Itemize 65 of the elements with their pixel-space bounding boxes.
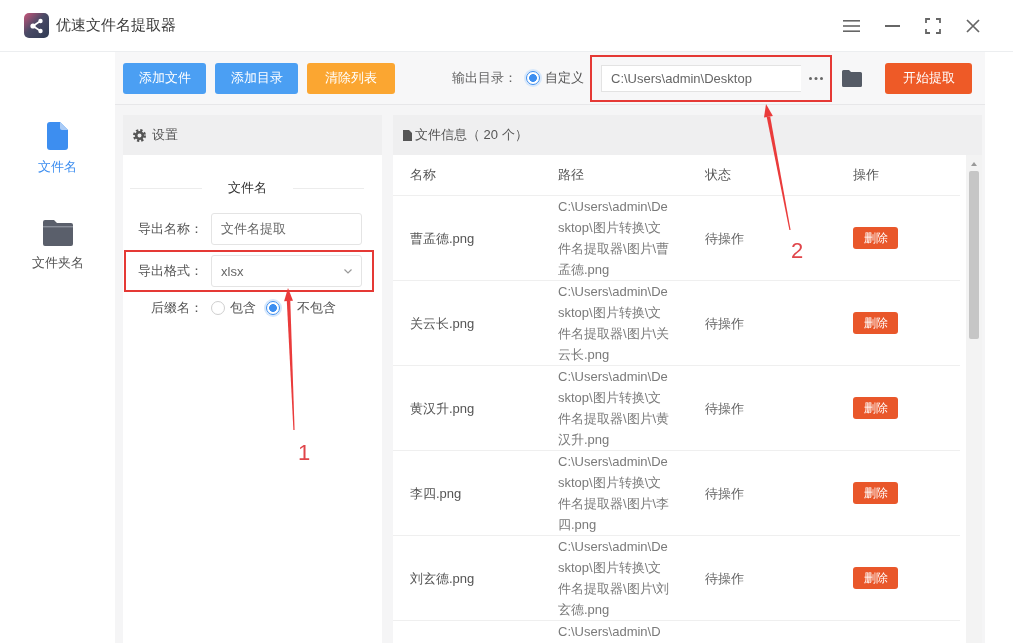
app-logo-icon xyxy=(24,13,49,38)
table-cell: 待操作 xyxy=(705,315,744,331)
path-field[interactable]: C:\Users\admin\Desktop xyxy=(601,64,801,92)
scrollbar[interactable] xyxy=(966,155,982,643)
field-label: 后缀名： xyxy=(150,299,203,317)
delete-button[interactable]: 删除 xyxy=(853,227,898,250)
toolbar-button[interactable]: 添加文件 xyxy=(123,62,206,94)
table-cell: 刘玄德.png xyxy=(410,570,475,586)
table-cell: 关云长.png xyxy=(410,315,475,331)
file-icon xyxy=(47,122,68,150)
field-label: 导出名称： xyxy=(137,220,203,238)
folder-icon[interactable] xyxy=(842,69,862,87)
panel-title: 设置 xyxy=(152,126,178,144)
table-cell: 曹孟德.png xyxy=(410,230,475,246)
sidebar-item[interactable]: 文件夹名 xyxy=(31,220,84,272)
delete-button[interactable]: 删除 xyxy=(853,312,898,335)
scroll-up-icon[interactable] xyxy=(971,162,977,166)
more-icon xyxy=(808,76,823,80)
radio-option[interactable]: 自定义 xyxy=(526,69,584,87)
close-icon[interactable] xyxy=(966,18,980,33)
field-label: 导出格式： xyxy=(137,262,203,280)
delete-button[interactable]: 删除 xyxy=(853,482,898,505)
table-cell: 黄汉升.png xyxy=(410,400,475,416)
maximize-icon[interactable] xyxy=(925,17,941,34)
annotation-number: 1 xyxy=(298,440,311,466)
table-cell-text: C:\Users\admin\Desktop\图片转换\文件名提取器\图片\关云长.png xyxy=(558,283,671,364)
menu-icon[interactable] xyxy=(843,19,860,32)
delete-button[interactable]: 删除 xyxy=(853,567,898,590)
document-icon xyxy=(403,129,412,141)
gear-icon xyxy=(133,128,146,142)
table-cell: 待操作 xyxy=(705,400,744,416)
panel-title: 文件信息（ 20 个） xyxy=(415,126,528,144)
table-cell: 待操作 xyxy=(705,570,744,586)
table-cell-text: C:\Users\admin\Desktop\图片转换\文件名提取器\图片\李四.png xyxy=(558,453,671,534)
annotation-number: 2 xyxy=(791,238,804,264)
table-cell-text: C:\Users\admin\Desktop\图片转换\文件名提取器\图片\刘玄德.png xyxy=(558,538,671,619)
table-cell: 李四.png xyxy=(410,485,462,501)
column-header: 路径 xyxy=(558,167,584,182)
dropdown[interactable]: xlsx xyxy=(211,255,362,287)
column-header: 操作 xyxy=(853,167,879,182)
window-title: 优速文件名提取器 xyxy=(56,16,176,35)
minimize-icon[interactable] xyxy=(885,24,900,27)
radio-option[interactable]: 不包含 xyxy=(266,299,336,317)
scrollbar-thumb[interactable] xyxy=(969,171,979,339)
table-cell: 待操作 xyxy=(705,485,744,501)
sidebar-item[interactable]: 文件名 xyxy=(38,122,77,176)
toolbar-button[interactable]: 清除列表 xyxy=(307,62,395,94)
radio-option[interactable]: 包含 xyxy=(211,299,256,317)
toolbar-button[interactable]: 添加目录 xyxy=(215,62,298,94)
folder-icon xyxy=(42,220,73,246)
section-title: 文件名 xyxy=(227,179,267,197)
delete-button[interactable]: 删除 xyxy=(853,397,898,420)
column-header: 状态 xyxy=(705,167,731,182)
table-cell-text: C:\Users\admin\Desktop\图片转换\文件名提取器\图片\黄汉升.png xyxy=(558,368,671,449)
column-header: 名称 xyxy=(410,167,436,182)
output-dir-label: 输出目录： xyxy=(452,69,517,87)
start-button[interactable]: 开始提取 xyxy=(885,62,972,94)
radio-button[interactable] xyxy=(526,71,540,85)
table-cell-text: C:\Users\admin\Desktop\图片转换\文件名提取器\图片\曹孟德.png xyxy=(558,198,671,279)
text-input[interactable]: 文件名提取 xyxy=(211,213,362,245)
radio-button[interactable] xyxy=(211,301,225,315)
radio-button[interactable] xyxy=(266,301,280,315)
table-cell-text: C:\Users\admin\D xyxy=(558,623,662,641)
table-cell: 待操作 xyxy=(705,230,744,246)
chevron-down-icon xyxy=(344,268,352,274)
